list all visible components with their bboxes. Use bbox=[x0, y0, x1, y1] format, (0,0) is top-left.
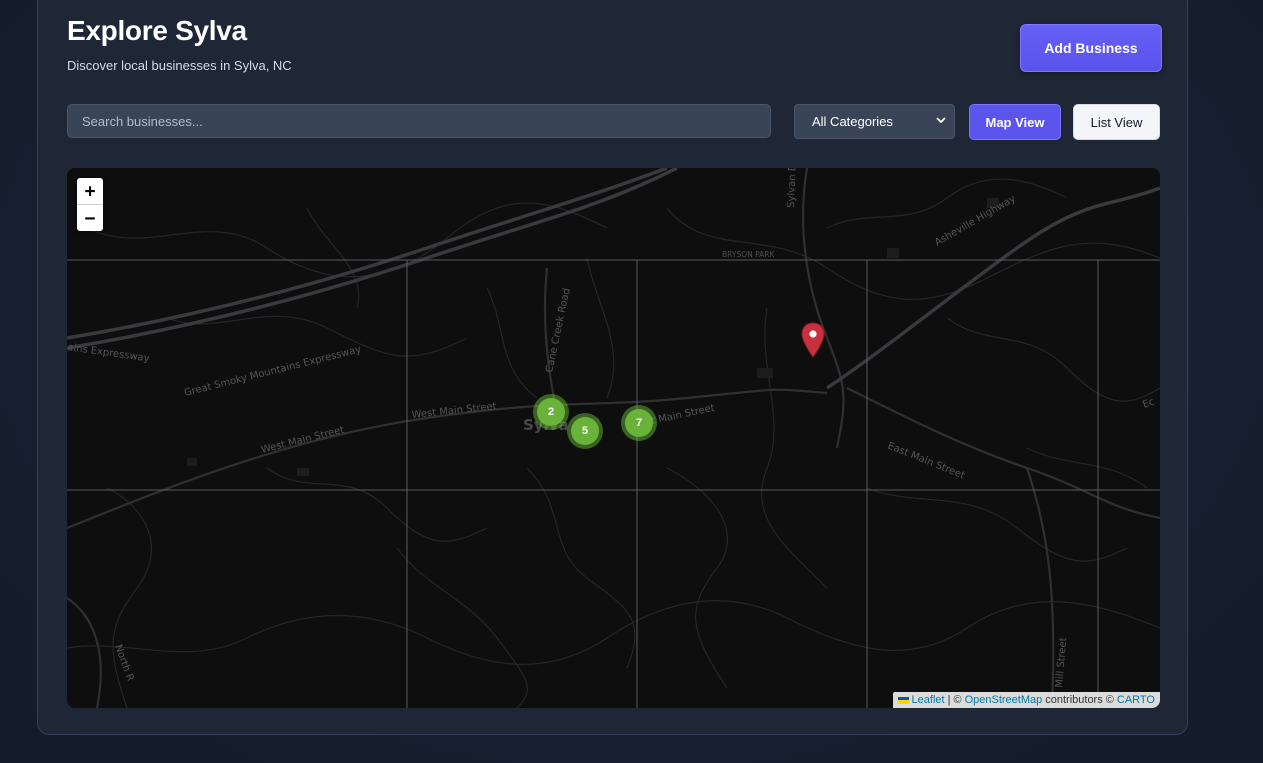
cluster-count: 2 bbox=[537, 398, 565, 426]
add-business-button[interactable]: Add Business bbox=[1020, 24, 1162, 72]
marker-cluster[interactable]: 7 bbox=[621, 405, 657, 441]
zoom-out-button[interactable]: − bbox=[77, 204, 103, 231]
label-bryson-park: BRYSON PARK bbox=[722, 250, 776, 259]
category-select[interactable]: All Categories bbox=[794, 104, 955, 139]
carto-link[interactable]: CARTO bbox=[1117, 694, 1155, 706]
marker-cluster[interactable]: 5 bbox=[567, 413, 603, 449]
zoom-control: + − bbox=[77, 178, 103, 231]
list-view-button[interactable]: List View bbox=[1073, 104, 1160, 140]
map-view-button[interactable]: Map View bbox=[969, 104, 1061, 140]
attribution-sep: | © bbox=[947, 694, 962, 706]
marker-cluster[interactable]: 2 bbox=[533, 394, 569, 430]
chevron-down-icon bbox=[936, 116, 946, 127]
label-sylvan: Sylvan D bbox=[786, 168, 799, 208]
map-tiles: ains Expressway Great Smoky Mountains Ex… bbox=[67, 168, 1160, 708]
zoom-in-button[interactable]: + bbox=[77, 178, 103, 204]
leaflet-link[interactable]: Leaflet bbox=[912, 694, 945, 706]
map-attribution: Leaflet | © OpenStreetMap contributors ©… bbox=[892, 692, 1160, 708]
map-pin-icon[interactable] bbox=[801, 322, 825, 363]
osm-link[interactable]: OpenStreetMap bbox=[965, 694, 1043, 706]
ukraine-flag-icon bbox=[897, 696, 909, 704]
search-input[interactable] bbox=[67, 104, 771, 138]
cluster-count: 7 bbox=[625, 409, 653, 437]
page-title: Explore Sylva bbox=[67, 15, 247, 46]
business-map[interactable]: ains Expressway Great Smoky Mountains Ex… bbox=[67, 168, 1160, 708]
attribution-contributors: contributors © bbox=[1045, 694, 1114, 706]
page-subtitle: Discover local businesses in Sylva, NC bbox=[67, 58, 292, 73]
explore-card: Explore Sylva Discover local businesses … bbox=[37, 0, 1188, 735]
category-select-value: All Categories bbox=[812, 114, 893, 129]
cluster-count: 5 bbox=[571, 417, 599, 445]
